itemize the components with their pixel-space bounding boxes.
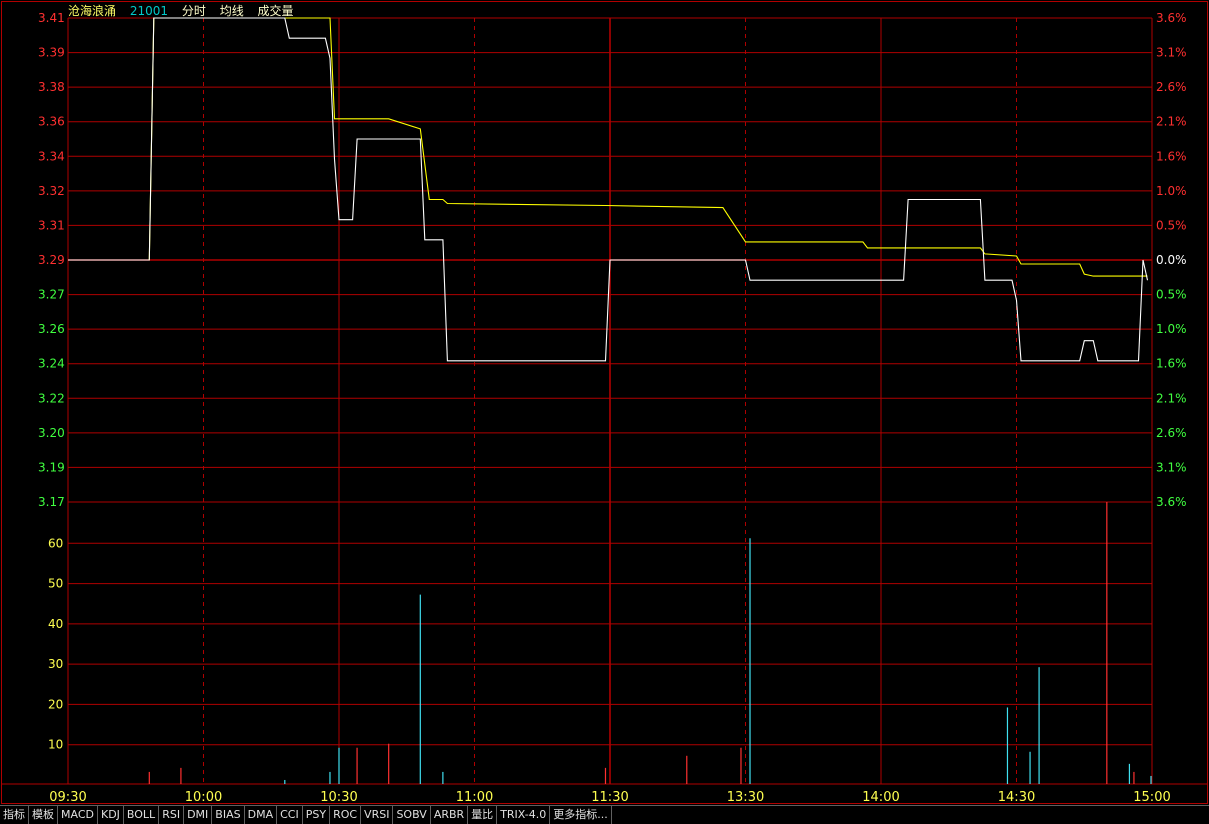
time-tick-label: 14:00	[862, 790, 899, 805]
tab-3[interactable]: KDJ	[98, 806, 124, 824]
time-tick-label: 11:00	[456, 790, 493, 805]
price-tick-label: 3.20	[38, 426, 65, 440]
indicator-tab-bar: 指标 模板 MACD KDJ BOLL RSI DMI BIAS DMA CCI PSY ROC VRS…	[0, 805, 1209, 824]
tab-17[interactable]: 更多指标...	[550, 806, 612, 824]
stock-code: 21001	[129, 4, 169, 18]
volume-tick-label: 40	[48, 617, 63, 631]
pct-tick-label: 3.1%	[1156, 46, 1187, 60]
tab-11[interactable]: ROC	[330, 806, 362, 824]
pct-tick-label: 2.6%	[1156, 80, 1187, 94]
pct-tick-label: 3.1%	[1156, 460, 1187, 474]
tab-0[interactable]: 指标	[0, 806, 29, 824]
chart-title-bar: 沧海浪涌 21001 分时 均线 成交量	[68, 3, 304, 19]
label-minute: 分时	[181, 4, 206, 18]
pct-tick-label: 0.5%	[1156, 218, 1187, 232]
pct-tick-label: 2.1%	[1156, 115, 1187, 129]
price-tick-label: 3.41	[38, 11, 65, 25]
tab-14[interactable]: ARBR	[431, 806, 469, 824]
tab-7[interactable]: BIAS	[212, 806, 245, 824]
price-tick-label: 3.31	[38, 218, 65, 232]
price-tick-label: 3.24	[38, 357, 65, 371]
pct-tick-label: 1.0%	[1156, 184, 1187, 198]
price-tick-label: 3.26	[38, 322, 65, 336]
tab-10[interactable]: PSY	[303, 806, 331, 824]
price-tick-label: 3.27	[38, 288, 65, 302]
tab-9[interactable]: CCI	[277, 806, 303, 824]
tab-5[interactable]: RSI	[159, 806, 185, 824]
label-volume: 成交量	[257, 4, 294, 18]
pct-tick-label: 0.5%	[1156, 288, 1187, 302]
price-tick-label: 3.29	[38, 253, 65, 267]
label-avg: 均线	[219, 4, 244, 18]
tab-13[interactable]: SOBV	[393, 806, 431, 824]
price-line	[68, 17, 1149, 362]
pct-tick-label: 1.6%	[1156, 357, 1187, 371]
time-tick-label: 11:30	[591, 790, 628, 805]
tab-12[interactable]: VRSI	[361, 806, 394, 824]
volume-tick-label: 30	[48, 657, 63, 671]
volume-tick-label: 50	[48, 577, 63, 591]
pct-tick-label: 3.6%	[1156, 495, 1187, 509]
time-tick-label: 15:00	[1133, 790, 1170, 805]
pct-tick-label: 1.6%	[1156, 149, 1187, 163]
stock-name: 沧海浪涌	[68, 4, 117, 18]
volume-tick-label: 60	[48, 536, 63, 550]
tab-2[interactable]: MACD	[58, 806, 98, 824]
avg-price-line	[68, 17, 1148, 277]
price-tick-label: 3.17	[38, 495, 65, 509]
time-tick-label: 10:00	[185, 790, 222, 805]
tab-15[interactable]: 量比	[468, 806, 498, 824]
price-tick-label: 3.32	[38, 184, 65, 198]
price-tick-label: 3.22	[38, 391, 65, 405]
pct-tick-label: 0.0%	[1156, 253, 1187, 267]
tab-16[interactable]: TRIX-4.0	[497, 806, 551, 824]
time-tick-label: 10:30	[320, 790, 357, 805]
price-tick-label: 3.34	[38, 149, 65, 163]
pct-tick-label: 2.1%	[1156, 391, 1187, 405]
tab-4[interactable]: BOLL	[124, 806, 160, 824]
price-tick-label: 3.38	[38, 80, 65, 94]
time-tick-label: 14:30	[998, 790, 1035, 805]
pct-tick-label: 2.6%	[1156, 426, 1187, 440]
pct-tick-label: 1.0%	[1156, 322, 1187, 336]
time-tick-label: 09:30	[49, 790, 86, 805]
tab-6[interactable]: DMI	[184, 806, 213, 824]
volume-tick-label: 20	[48, 697, 63, 711]
intraday-chart[interactable]: 3.41 3.6% 3.39 3.1% 3.38 2.6% 3.36 2.1% 3.34 1.6%…	[0, 0, 1209, 823]
volume-tick-label: 10	[48, 738, 63, 752]
tab-1[interactable]: 模板	[29, 806, 58, 824]
price-tick-label: 3.19	[38, 460, 65, 474]
price-tick-label: 3.39	[38, 46, 65, 60]
pct-tick-label: 3.6%	[1156, 11, 1187, 25]
tab-8[interactable]: DMA	[245, 806, 278, 824]
price-tick-label: 3.36	[38, 115, 65, 129]
time-tick-label: 13:30	[727, 790, 764, 805]
